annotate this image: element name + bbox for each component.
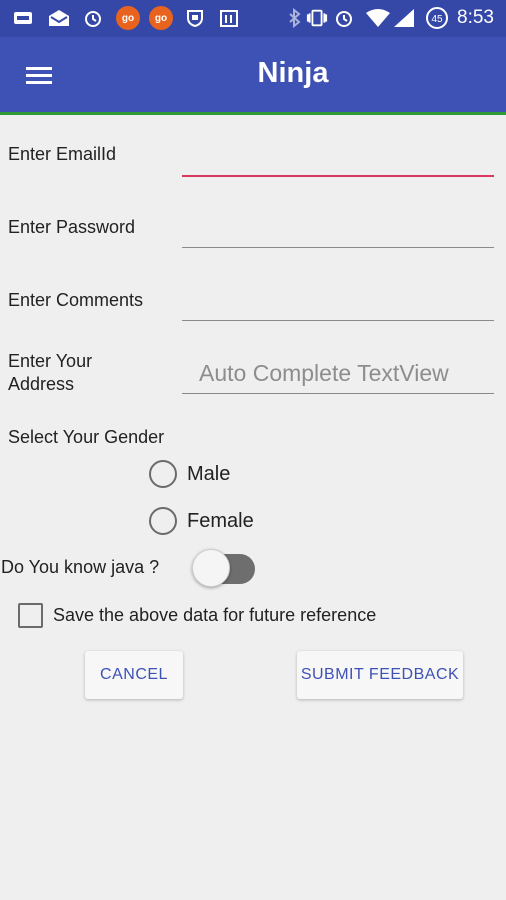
building-icon (218, 8, 240, 28)
bluetooth-icon (284, 8, 306, 28)
radio-button-female[interactable] (149, 507, 177, 535)
sim-card-icon (12, 8, 34, 28)
address-autocomplete-field[interactable] (182, 354, 494, 394)
java-toggle-switch[interactable] (191, 549, 256, 587)
shield-icon (184, 8, 206, 28)
save-data-label: Save the above data for future reference (53, 605, 377, 625)
switch-thumb[interactable] (192, 549, 230, 587)
wifi-icon (365, 8, 391, 28)
comments-field[interactable] (182, 281, 494, 321)
alarm-icon (333, 8, 355, 28)
cancel-button[interactable]: CANCEL (85, 651, 183, 699)
svg-text:45: 45 (431, 14, 443, 25)
address-label: Enter Your Address (8, 351, 93, 394)
radio-button-male[interactable] (149, 460, 177, 488)
password-field[interactable] (182, 208, 494, 248)
signal-icon (393, 8, 415, 28)
vibrate-icon (306, 8, 328, 28)
comments-label: Enter Comments (8, 290, 144, 310)
status-bar: go go 45 8:53 (0, 0, 506, 37)
status-time: 8:53 (457, 7, 494, 28)
go-badge-icon: go (149, 6, 173, 30)
gender-label: Select Your Gender (8, 427, 165, 447)
radio-male[interactable]: Male (149, 460, 230, 488)
save-data-checkbox[interactable] (18, 603, 43, 628)
email-label: Enter EmailId (8, 144, 117, 164)
app-bar: Ninja (0, 37, 506, 115)
save-data-checkbox-row[interactable]: Save the above data for future reference (18, 603, 376, 628)
radio-female[interactable]: Female (149, 507, 254, 535)
alarm-icon (82, 8, 104, 28)
go-badge-icon: go (116, 6, 140, 30)
mail-icon (48, 8, 70, 28)
java-label: Do You know java ? (1, 557, 160, 577)
battery-icon: 45 (424, 7, 450, 29)
app-title: Ninja (257, 57, 329, 89)
password-label: Enter Password (8, 217, 136, 237)
radio-label-male: Male (187, 462, 231, 485)
submit-feedback-button[interactable]: SUBMIT FEEDBACK (297, 651, 463, 699)
radio-label-female: Female (187, 509, 254, 532)
email-field[interactable] (182, 137, 494, 177)
